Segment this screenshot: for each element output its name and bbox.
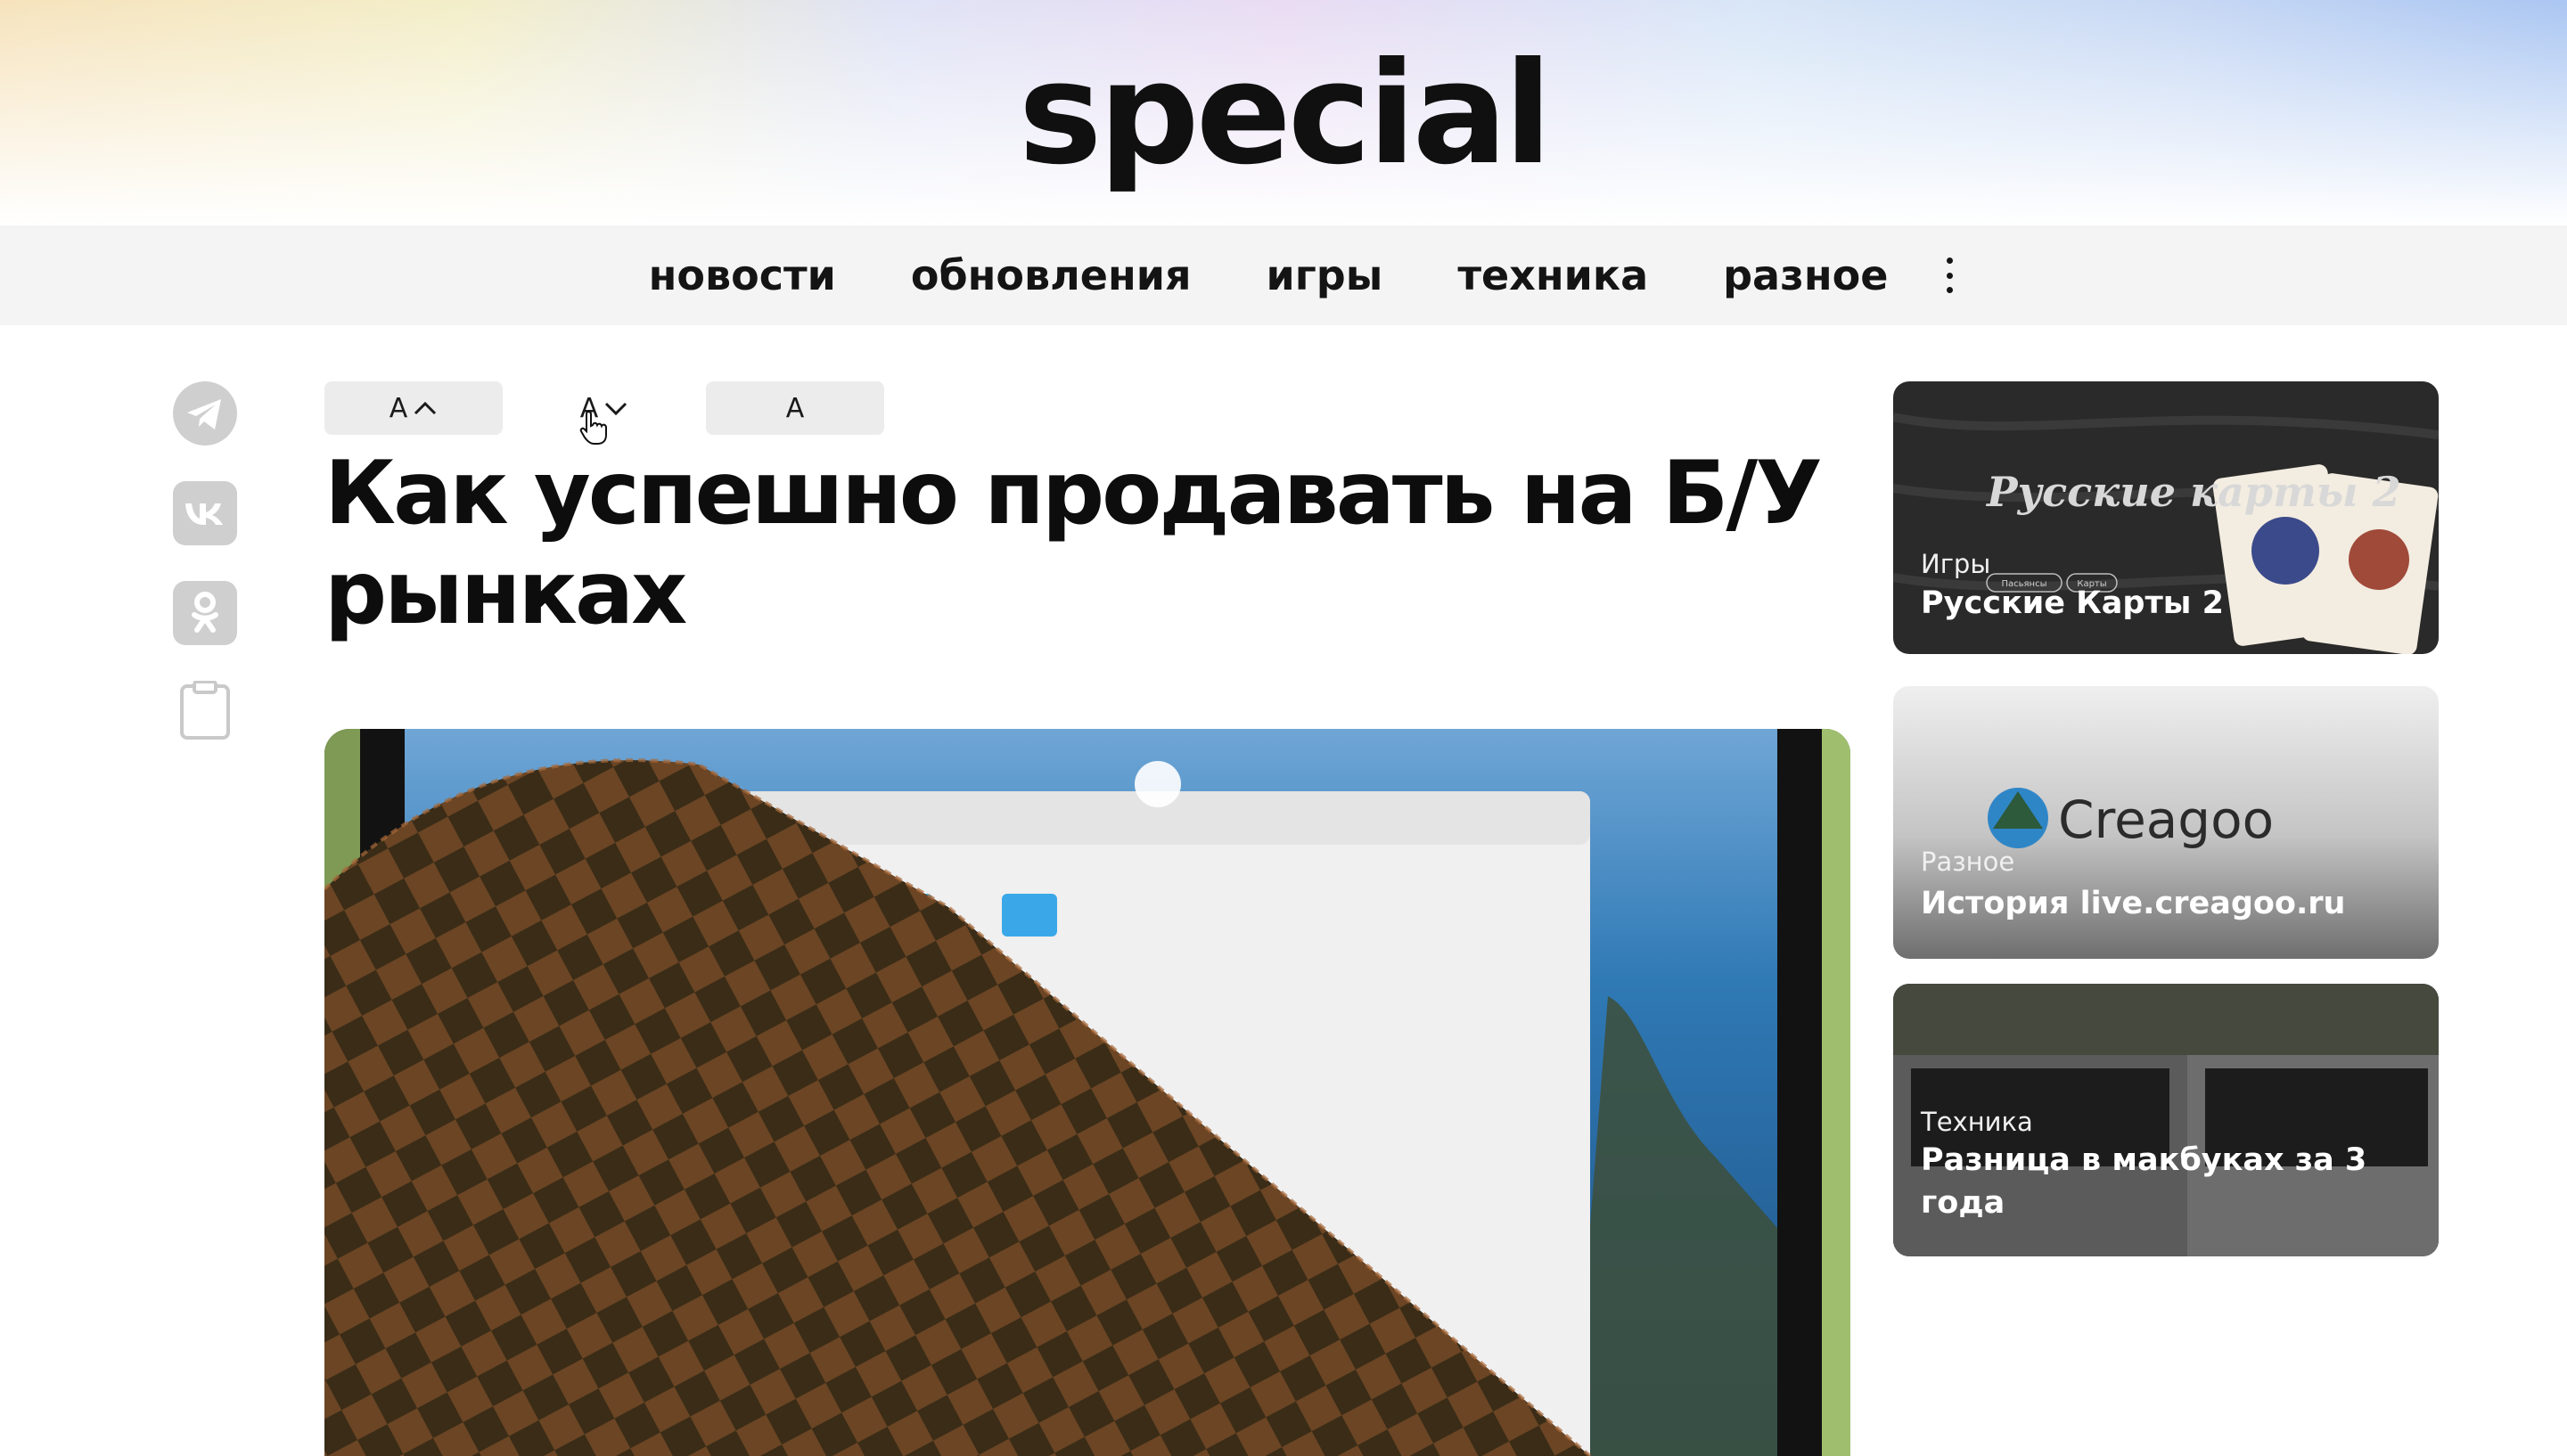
font-increase-label: A [389,392,408,424]
clipboard-icon [180,681,230,740]
card-title: Разница в макбуках за 3 года [1921,1142,2367,1221]
site-header: special [0,0,2567,225]
creagoo-logo-text: Creagoo [2058,789,2274,850]
nav-item-tech[interactable]: техника [1457,251,1648,299]
article-hero-image [324,729,1850,1456]
font-reset-button[interactable]: A [706,381,884,435]
sidebar-card-games[interactable]: Русские карты 2 Пасьянсы Карты Игры Русс… [1893,381,2439,654]
nav-item-updates[interactable]: обновления [911,251,1192,299]
card-title: История live.creagoo.ru [1921,886,2346,921]
vk-icon [173,481,237,545]
nav-item-news[interactable]: новости [649,251,836,299]
nav-item-games[interactable]: игры [1267,251,1383,299]
chevron-up-icon [414,401,437,415]
card-title: Русские Карты 2 [1921,585,2224,621]
vertical-dots-icon[interactable] [1943,252,1956,299]
ok-share-button[interactable] [173,581,237,645]
font-increase-button[interactable]: A [324,381,503,435]
hand-cursor-icon [579,410,607,445]
sidebar-card-tech[interactable]: Техника Разница в макбуках за 3 года [1893,984,2439,1256]
site-logo[interactable]: special [0,34,2567,194]
card-category: Разное [1921,847,2015,877]
telegram-share-button[interactable] [173,381,237,446]
main-nav: новости обновления игры техника разное [0,225,2567,325]
vk-share-button[interactable] [173,481,237,545]
telegram-icon [173,381,237,446]
wallet-laptop-photo [324,729,1850,1456]
article-title: Как успешно продавать на Б/У рынках [324,443,1823,644]
font-reset-label: A [785,392,805,424]
card-category: Игры [1921,549,1991,579]
nav-item-misc[interactable]: разное [1723,251,1888,299]
copy-link-button[interactable] [173,679,237,743]
card-image-title: Русские карты 2 [1985,468,2401,516]
odnoklassniki-icon [173,581,237,645]
sidebar-card-misc[interactable]: Creagoo Разное История live.creagoo.ru [1893,686,2439,959]
card-category: Техника [1921,1107,2033,1137]
